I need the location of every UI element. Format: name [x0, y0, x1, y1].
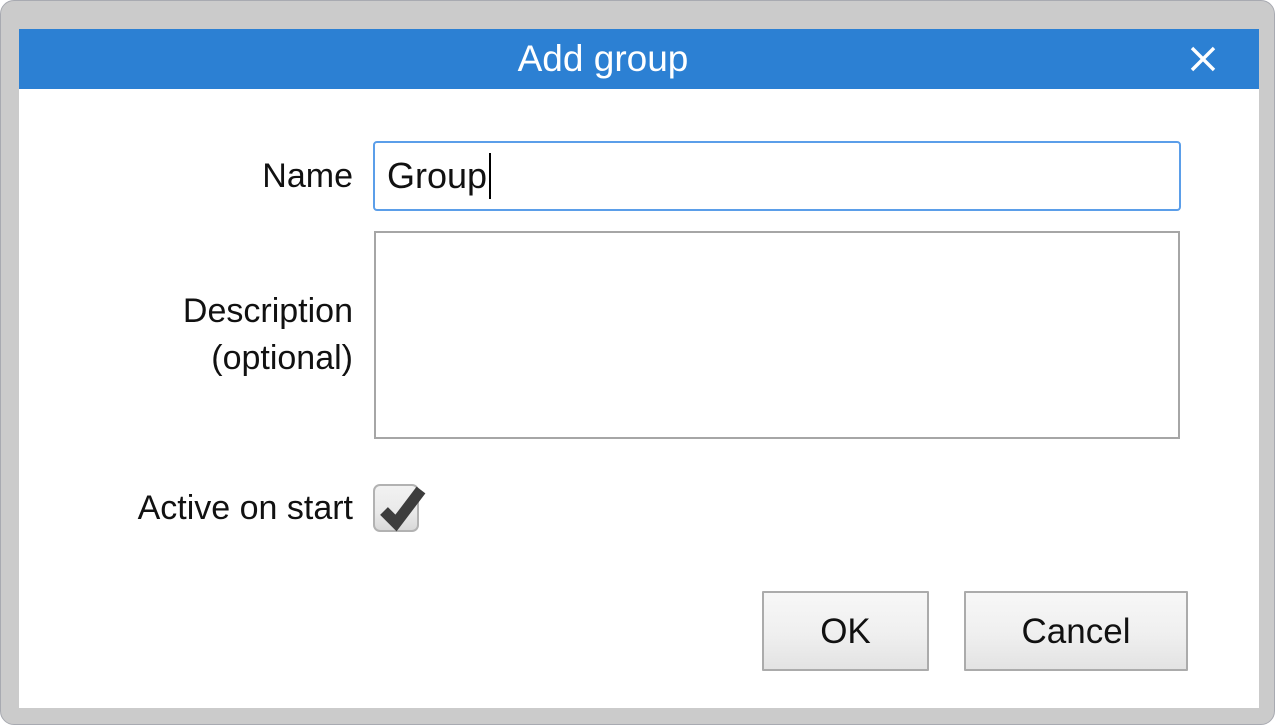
name-label: Name [19, 141, 353, 211]
name-input-value: Group [387, 155, 487, 197]
dialog-titlebar: Add group [19, 29, 1259, 89]
name-input[interactable]: Group [373, 141, 1181, 211]
add-group-dialog: Add group Name Group Description (option… [0, 0, 1275, 725]
active-on-start-label: Active on start [19, 484, 353, 532]
active-checkbox[interactable] [373, 484, 419, 532]
text-caret [489, 153, 491, 199]
dialog-body: Name Group Description (optional) Active… [19, 89, 1259, 708]
description-input[interactable] [374, 231, 1180, 439]
cancel-button[interactable]: Cancel [964, 591, 1188, 671]
close-icon [1187, 43, 1219, 75]
close-button[interactable] [1187, 29, 1259, 89]
ok-button[interactable]: OK [762, 591, 929, 671]
description-label: Description (optional) [19, 231, 353, 439]
dialog-title: Add group [19, 29, 1187, 89]
